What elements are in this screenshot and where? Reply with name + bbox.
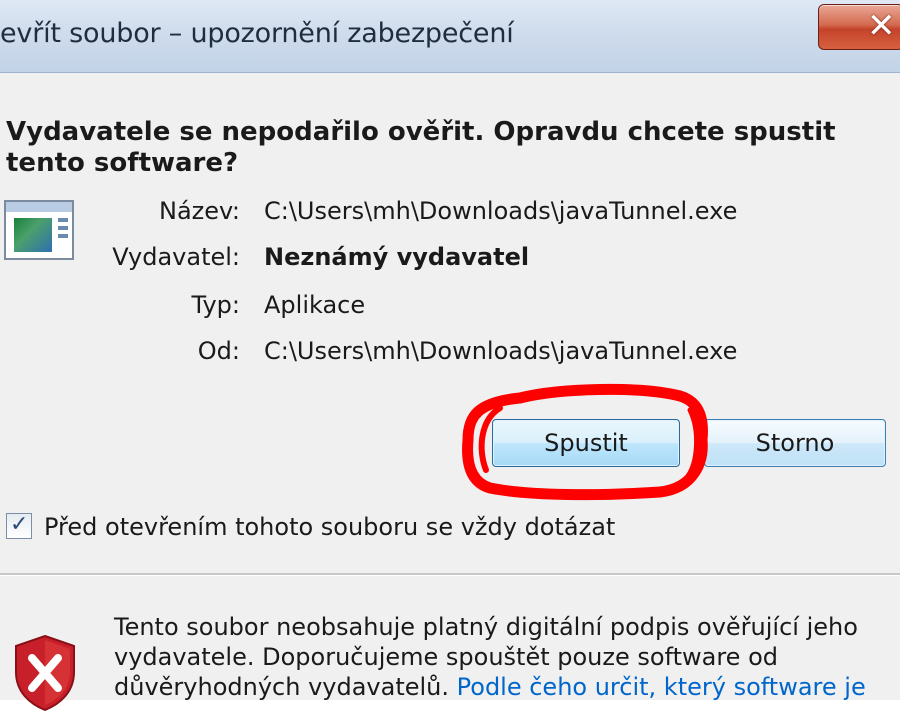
help-link[interactable]: Podle čeho určit, který software je xyxy=(457,673,866,701)
dialog-footer: Tento soubor neobsahuje platný digitální… xyxy=(0,576,900,712)
footer-message: Tento soubor neobsahuje platný digitální… xyxy=(114,612,884,702)
from-label: Od: xyxy=(197,337,240,365)
security-question: Vydavatele se nepodařilo ověřit. Opravdu… xyxy=(6,117,836,178)
close-button[interactable]: ✕ xyxy=(818,4,900,50)
close-icon: ✕ xyxy=(867,6,896,46)
publisher-value: Neznámý vydavatel xyxy=(264,243,530,271)
type-label: Typ: xyxy=(191,291,240,319)
name-value: C:\Users\mh\Downloads\javaTunnel.exe xyxy=(264,197,738,225)
cancel-button[interactable]: Storno xyxy=(704,419,886,467)
checkmark-icon: ✓ xyxy=(10,512,29,537)
name-label: Název: xyxy=(159,197,240,225)
type-value: Aplikace xyxy=(264,291,366,319)
window-title: evřít soubor – upozornění zabezpečení xyxy=(0,18,514,49)
run-button[interactable]: Spustit xyxy=(492,419,680,467)
dialog-body: Vydavatele se nepodařilo ověřit. Opravdu… xyxy=(0,73,900,573)
always-ask-checkbox[interactable]: ✓ xyxy=(6,512,32,539)
publisher-label: Vydavatel: xyxy=(112,243,240,271)
always-ask-label[interactable]: Před otevřením tohoto souboru se vždy do… xyxy=(44,513,615,541)
shield-error-icon xyxy=(15,634,75,712)
title-bar: evřít soubor – upozornění zabezpečení ✕ xyxy=(0,0,900,73)
from-value: C:\Users\mh\Downloads\javaTunnel.exe xyxy=(264,337,738,365)
